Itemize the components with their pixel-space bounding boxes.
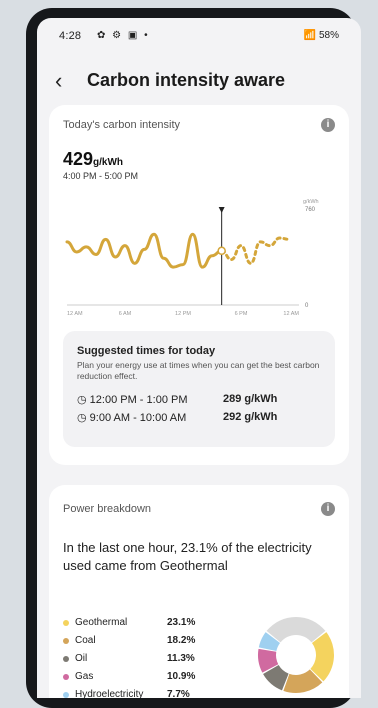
card-heading: Today's carbon intensity bbox=[63, 119, 181, 131]
suggested-description: Plan your energy use at times when you c… bbox=[77, 360, 320, 381]
power-summary: In the last one hour, 23.1% of the elect… bbox=[63, 540, 312, 573]
legend-item: Coal 18.2% bbox=[63, 635, 203, 649]
chart-series-forecast bbox=[220, 236, 291, 265]
x-tick-label: 12 PM bbox=[175, 311, 191, 317]
x-tick-label: 12 AM bbox=[283, 311, 299, 317]
suggestion-row[interactable]: ◷ 12:00 PM - 1:00 PM 289 g/kWh bbox=[77, 393, 277, 406]
status-notification-icons: ✿ ⚙ ▣ • bbox=[97, 30, 150, 41]
current-intensity: 429g/kWh bbox=[63, 149, 123, 170]
info-icon[interactable]: i bbox=[321, 502, 335, 516]
legend-label: Gas bbox=[75, 671, 94, 682]
y-tick-label: 760 bbox=[305, 207, 316, 213]
card-heading: Power breakdown bbox=[63, 503, 152, 515]
legend-item: Oil 11.3% bbox=[63, 653, 203, 667]
suggestion-time: 12:00 PM - 1:00 PM bbox=[89, 394, 188, 406]
y-axis-label: g/kWh bbox=[303, 199, 319, 205]
legend-item: Hydroelectricity 7.7% bbox=[63, 689, 203, 698]
suggestion-time: 9:00 AM - 10:00 AM bbox=[89, 412, 187, 424]
legend-label: Geothermal bbox=[75, 617, 128, 628]
chevron-left-icon[interactable]: ‹ bbox=[55, 68, 62, 94]
intensity-unit: g/kWh bbox=[93, 157, 124, 168]
status-battery: 📶 58% bbox=[303, 30, 339, 41]
legend-label: Coal bbox=[75, 635, 96, 646]
status-time: 4:28 bbox=[59, 30, 82, 42]
power-donut-chart bbox=[258, 617, 334, 693]
power-breakdown-card: Power breakdown i In the last one hour, … bbox=[49, 485, 349, 698]
intensity-value: 429 bbox=[63, 149, 94, 169]
intensity-time-range: 4:00 PM - 5:00 PM bbox=[63, 171, 139, 181]
legend-percent: 23.1% bbox=[167, 617, 196, 628]
legend-percent: 10.9% bbox=[167, 671, 196, 682]
legend-color-dot bbox=[63, 638, 69, 644]
legend-percent: 11.3% bbox=[167, 653, 195, 664]
clock-icon: ◷ bbox=[77, 394, 87, 406]
carbon-intensity-card: Today's carbon intensity i 429g/kWh 4:00… bbox=[49, 105, 349, 465]
page-title: Carbon intensity aware bbox=[87, 70, 286, 90]
x-tick-label: 6 PM bbox=[235, 311, 248, 317]
suggestion-value: 292 g/kWh bbox=[223, 411, 278, 423]
legend-percent: 18.2% bbox=[167, 635, 196, 646]
marker-triangle-icon bbox=[218, 207, 225, 213]
current-point bbox=[217, 246, 226, 256]
legend-color-dot bbox=[63, 656, 69, 662]
y-tick-label: 0 bbox=[305, 303, 309, 309]
intensity-chart[interactable]: g/kWh 760 0 12 AM 6 AM 12 PM 6 PM 12 AM bbox=[57, 195, 341, 325]
suggestion-value: 289 g/kWh bbox=[223, 393, 278, 405]
suggested-title: Suggested times for today bbox=[77, 345, 216, 357]
legend-color-dot bbox=[63, 692, 69, 698]
clock-icon: ◷ bbox=[77, 412, 87, 424]
x-tick-label: 6 AM bbox=[119, 311, 132, 317]
legend-label: Hydroelectricity bbox=[75, 689, 144, 698]
donut-slice-other bbox=[266, 617, 326, 643]
chart-series-actual bbox=[65, 232, 224, 269]
info-icon[interactable]: i bbox=[321, 118, 335, 132]
legend-color-dot bbox=[63, 674, 69, 680]
screen: 4:28 ✿ ⚙ ▣ • 📶 58% ‹ Carbon intensity aw… bbox=[37, 18, 361, 698]
suggested-times-panel: Suggested times for today Plan your ener… bbox=[63, 331, 335, 447]
legend-item: Gas 10.9% bbox=[63, 671, 203, 685]
x-tick-label: 12 AM bbox=[67, 311, 83, 317]
app-bar: ‹ Carbon intensity aware bbox=[37, 62, 361, 98]
legend-percent: 7.7% bbox=[167, 689, 190, 698]
legend-label: Oil bbox=[75, 653, 88, 664]
legend-item: Geothermal 23.1% bbox=[63, 617, 203, 631]
status-bar: 4:28 ✿ ⚙ ▣ • 📶 58% bbox=[37, 18, 361, 52]
suggestion-row[interactable]: ◷ 9:00 AM - 10:00 AM 292 g/kWh bbox=[77, 411, 277, 424]
legend-color-dot bbox=[63, 620, 69, 626]
